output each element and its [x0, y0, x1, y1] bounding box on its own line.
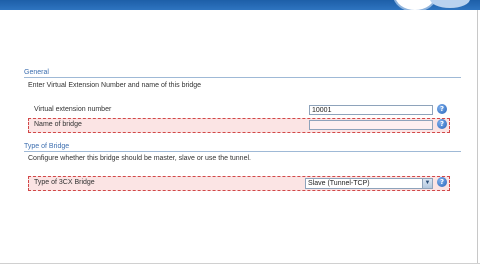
help-icon[interactable]: ?: [437, 104, 447, 114]
help-icon[interactable]: ?: [437, 177, 447, 187]
logo-decoration: [430, 0, 470, 8]
content-frame: [0, 10, 478, 264]
section-description-type-of-bridge: Configure whether this bridge should be …: [28, 155, 251, 162]
section-heading-type-of-bridge: Type of Bridge: [24, 143, 70, 150]
bridge-type-label: Type of 3CX Bridge: [34, 179, 95, 186]
bridge-type-row: Type of 3CX Bridge Slave (Tunnel-TCP) ▼: [28, 176, 450, 191]
app-header: [0, 0, 480, 10]
virtual-extension-input[interactable]: 10001: [309, 105, 433, 115]
bridge-name-label: Name of bridge: [34, 121, 82, 128]
bridge-name-row: Name of bridge: [28, 118, 450, 133]
bridge-name-input[interactable]: [309, 120, 433, 130]
section-divider: [24, 77, 461, 78]
help-icon[interactable]: ?: [437, 119, 447, 129]
section-description-general: Enter Virtual Extension Number and name …: [28, 82, 202, 89]
section-divider: [24, 151, 461, 152]
section-heading-general: General: [24, 69, 49, 76]
chevron-down-icon[interactable]: ▼: [422, 179, 432, 188]
bridge-type-select[interactable]: Slave (Tunnel-TCP) ▼: [305, 178, 433, 189]
virtual-extension-row: Virtual extension number 10001: [28, 103, 450, 118]
virtual-extension-label: Virtual extension number: [34, 106, 112, 113]
bridge-type-selected-value: Slave (Tunnel-TCP): [308, 180, 370, 187]
